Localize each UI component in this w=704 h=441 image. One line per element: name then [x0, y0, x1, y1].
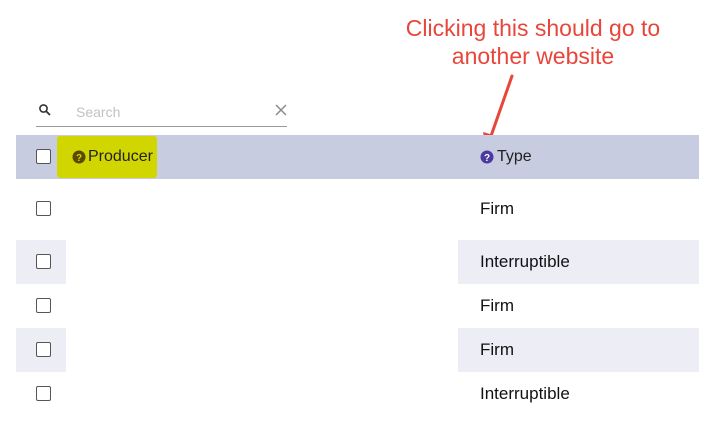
type-value: Firm — [480, 340, 514, 359]
type-value: Firm — [480, 296, 514, 315]
type-cell: Interruptible — [458, 240, 699, 284]
search-bar — [36, 96, 287, 127]
checkbox-cell — [16, 328, 66, 372]
column-header-producer[interactable]: Producer — [88, 148, 153, 166]
type-cell: Interruptible — [458, 372, 699, 416]
table-header: ? Producer ? Type — [16, 135, 699, 179]
annotation-line-2: another website — [451, 43, 615, 69]
producer-help-icon[interactable]: ? — [72, 150, 86, 164]
row-checkbox[interactable] — [36, 254, 51, 269]
row-checkbox[interactable] — [36, 298, 51, 313]
select-all-checkbox[interactable] — [36, 149, 51, 164]
checkbox-cell — [16, 284, 66, 328]
svg-text:?: ? — [484, 153, 490, 164]
type-value: Interruptible — [480, 384, 570, 403]
column-header-type[interactable]: Type — [497, 148, 532, 166]
checkbox-cell — [16, 187, 66, 231]
table-row: Interruptible — [16, 240, 699, 284]
table-row: Firm — [16, 284, 699, 328]
search-input[interactable] — [74, 100, 268, 124]
annotation-line-1: Clicking this should go to — [405, 15, 661, 41]
table-row: Interruptible — [16, 372, 699, 416]
search-icon — [39, 104, 51, 116]
type-cell: Firm — [458, 328, 699, 372]
type-cell: Firm — [458, 284, 699, 328]
type-help-icon[interactable]: ? — [480, 150, 494, 164]
checkbox-cell — [16, 372, 66, 416]
table-row: Firm — [16, 328, 699, 372]
svg-text:?: ? — [76, 153, 82, 164]
type-cell: Firm — [458, 187, 699, 231]
type-value: Firm — [480, 199, 514, 218]
clear-icon[interactable] — [274, 103, 288, 117]
row-checkbox[interactable] — [36, 201, 51, 216]
annotation-callout: Clicking this should go to another websi… — [368, 14, 698, 70]
type-value: Interruptible — [480, 252, 570, 271]
checkbox-cell — [16, 240, 66, 284]
table-row: Firm — [16, 187, 699, 231]
row-checkbox[interactable] — [36, 386, 51, 401]
row-checkbox[interactable] — [36, 342, 51, 357]
